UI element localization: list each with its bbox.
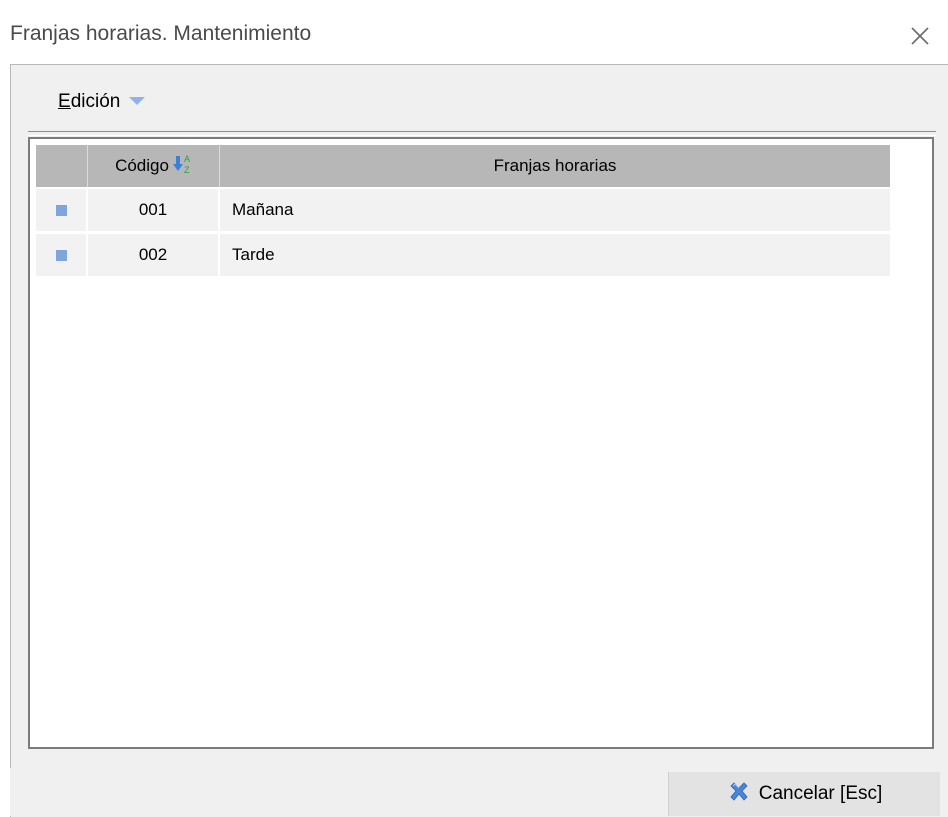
table-row[interactable]: 002 Tarde [36,234,890,276]
row-selector[interactable] [36,189,88,231]
edit-menu[interactable]: Edición [58,88,146,116]
svg-text:A: A [184,154,190,164]
header-selector-cell [36,145,88,187]
header-code-label: Código [115,156,169,175]
title-bar: Franjas horarias. Mantenimiento [0,0,948,64]
dialog-window: Franjas horarias. Mantenimiento Edición … [0,0,948,817]
svg-text:Z: Z [184,165,190,175]
cancel-label: Cancelar [Esc] [758,783,883,804]
close-button[interactable] [900,16,940,56]
menu-separator [28,131,936,136]
grid-header: Código A Z Franjas horarias [36,145,890,187]
window-title: Franjas horarias. Mantenimiento [10,22,312,45]
cancel-x-icon [727,780,751,809]
row-code: 002 [88,234,220,276]
edit-menu-label: Edición [58,91,121,112]
row-marker-icon [55,249,67,261]
close-icon [911,27,929,45]
sort-az-icon: A Z [172,153,192,180]
header-franjas-horarias[interactable]: Franjas horarias [220,145,890,187]
header-code[interactable]: Código A Z [88,145,220,187]
row-description: Tarde [220,234,890,276]
dropdown-triangle-icon [128,93,146,111]
data-grid: Código A Z Franjas horarias 001 Mañana 0… [28,137,934,749]
table-row[interactable]: 001 Mañana [36,189,890,231]
row-code: 001 [88,189,220,231]
row-selector[interactable] [36,234,88,276]
cancel-button[interactable]: Cancelar [Esc] [668,772,940,816]
row-description: Mañana [220,189,890,231]
row-marker-icon [55,204,67,216]
